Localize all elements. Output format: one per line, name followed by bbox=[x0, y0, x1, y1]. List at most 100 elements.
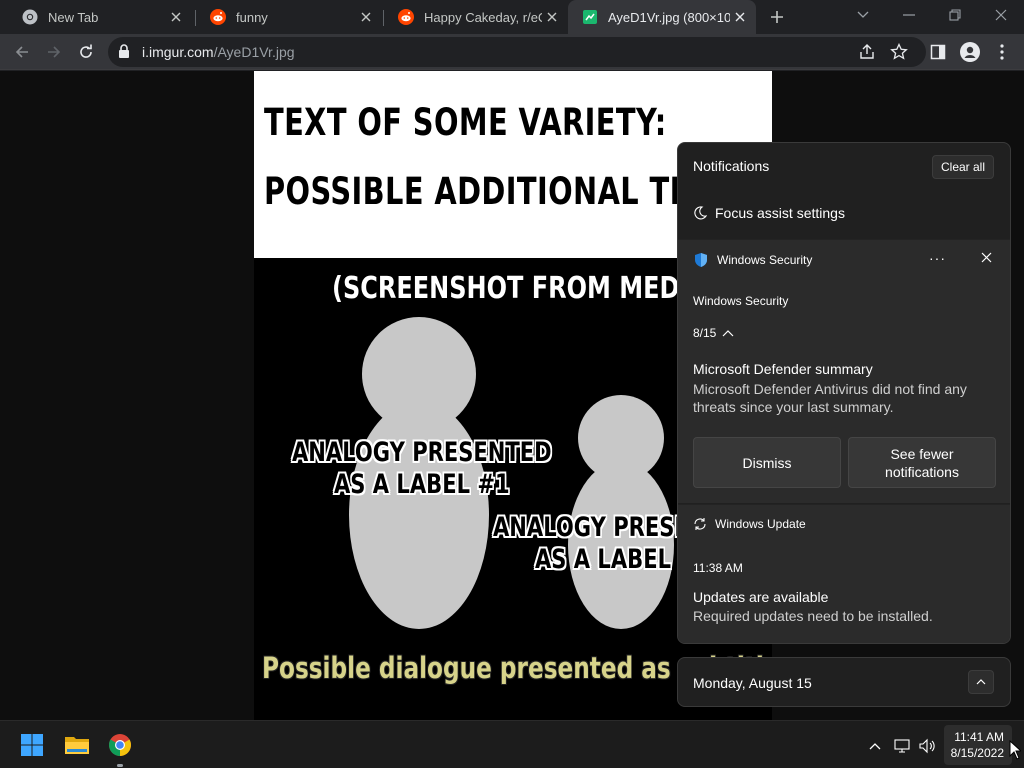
start-button[interactable] bbox=[16, 729, 48, 761]
chevron-up-icon bbox=[869, 743, 881, 750]
calendar-flyout: Monday, August 15 bbox=[677, 657, 1011, 707]
dismiss-button[interactable]: Dismiss bbox=[693, 437, 841, 488]
clock-time: 11:41 AM bbox=[954, 730, 1004, 744]
notifications-title: Notifications bbox=[693, 158, 770, 174]
network-button[interactable] bbox=[892, 735, 914, 757]
meme-label-1-line-2: AS A LABEL #1 bbox=[333, 469, 510, 500]
chrome-icon bbox=[22, 9, 38, 25]
back-button[interactable] bbox=[10, 40, 34, 64]
notification-app-name: Windows Update bbox=[715, 517, 806, 531]
tab-search-button[interactable] bbox=[852, 4, 874, 26]
bookmark-star-icon[interactable] bbox=[890, 43, 908, 61]
notification-heading: Microsoft Defender summary bbox=[693, 361, 873, 377]
chrome-taskbar-button[interactable] bbox=[104, 729, 136, 761]
tab-funny[interactable]: funny bbox=[196, 0, 382, 34]
notification-body: Microsoft Defender Antivirus did not fin… bbox=[693, 381, 967, 415]
clock-button[interactable]: 11:41 AM 8/15/2022 bbox=[944, 725, 1012, 765]
url-path: /AyeD1Vr.jpg bbox=[213, 44, 295, 60]
meme-caption: (SCREENSHOT FROM MEDIA) bbox=[332, 271, 718, 306]
close-icon[interactable] bbox=[981, 252, 992, 263]
see-fewer-label: See fewer notifications bbox=[885, 445, 959, 480]
notification-windows-update[interactable]: Windows Update 11:38 AM Updates are avai… bbox=[678, 504, 1010, 643]
profile-button[interactable] bbox=[958, 40, 982, 64]
shield-icon bbox=[693, 252, 709, 268]
forward-button[interactable] bbox=[42, 40, 66, 64]
notification-date-toggle[interactable]: 8/15 bbox=[693, 326, 734, 340]
tab-close-icon[interactable] bbox=[166, 7, 186, 27]
notification-sender: Windows Security bbox=[693, 294, 789, 308]
meme-top-line-1: TEXT OF SOME VARIETY: bbox=[264, 101, 667, 144]
restore-button[interactable] bbox=[944, 4, 966, 26]
windows-start-icon bbox=[21, 734, 43, 756]
clock-date: 8/15/2022 bbox=[950, 746, 1004, 760]
reload-icon bbox=[80, 44, 92, 58]
tab-title: funny bbox=[236, 9, 268, 25]
lock-icon[interactable] bbox=[118, 44, 130, 58]
tab-title: Happy Cakeday, r/eCards bbox=[424, 9, 542, 25]
tab-imgur-image[interactable]: AyeD1Vr.jpg (800×1000) bbox=[568, 0, 756, 34]
meme-top-line-2: POSSIBLE ADDITIONAL TEXT bbox=[264, 170, 733, 213]
show-hidden-icons-button[interactable] bbox=[864, 735, 886, 757]
focus-assist-settings-link[interactable]: Focus assist settings bbox=[693, 205, 845, 221]
notification-heading: Updates are available bbox=[693, 589, 829, 605]
notification-app-header: Windows Security bbox=[693, 252, 812, 268]
tab-happy-cakeday[interactable]: Happy Cakeday, r/eCards bbox=[384, 0, 568, 34]
calendar-expand-button[interactable] bbox=[968, 670, 994, 694]
tab-close-icon[interactable] bbox=[542, 7, 562, 27]
profile-avatar-icon bbox=[960, 42, 980, 62]
browser-toolbar: i.imgur.com/AyeD1Vr.jpg bbox=[0, 34, 1024, 70]
notification-date: 8/15 bbox=[693, 326, 717, 340]
chrome-menu-button[interactable] bbox=[990, 40, 1014, 64]
speaker-icon bbox=[919, 738, 935, 754]
new-tab-button[interactable] bbox=[766, 6, 788, 28]
notification-body: Required updates need to be installed. bbox=[693, 608, 933, 624]
chevron-down-icon bbox=[857, 11, 869, 18]
file-explorer-icon bbox=[65, 737, 89, 754]
url-host: i.imgur.com bbox=[142, 44, 214, 60]
notification-windows-security[interactable]: Windows Security ··· Windows Security 8/… bbox=[678, 239, 1010, 503]
reload-button[interactable] bbox=[74, 40, 98, 64]
notification-center: Notifications Clear all Focus assist set… bbox=[677, 142, 1011, 644]
side-panel-icon bbox=[930, 44, 946, 60]
minimize-icon bbox=[903, 14, 915, 16]
mouse-cursor-icon bbox=[1009, 740, 1021, 760]
side-panel-button[interactable] bbox=[926, 40, 950, 64]
taskbar: 11:41 AM 8/15/2022 bbox=[0, 720, 1024, 768]
notification-time: 11:38 AM bbox=[693, 561, 743, 575]
arrow-right-icon bbox=[48, 46, 61, 58]
tab-strip: New Tab funny Happy Cakeday, r/eCards Ay… bbox=[0, 0, 1024, 34]
calendar-date: Monday, August 15 bbox=[693, 675, 812, 691]
address-bar[interactable]: i.imgur.com/AyeD1Vr.jpg bbox=[108, 37, 926, 67]
restore-icon bbox=[949, 9, 961, 21]
share-icon[interactable] bbox=[858, 43, 876, 61]
chrome-icon bbox=[109, 734, 131, 756]
meme-label-1: ANALOGY PRESENTED AS A LABEL #1 bbox=[292, 437, 552, 501]
reddit-icon bbox=[210, 9, 226, 25]
tab-close-icon[interactable] bbox=[730, 7, 750, 27]
clear-all-button[interactable]: Clear all bbox=[931, 155, 994, 179]
file-explorer-button[interactable] bbox=[61, 729, 93, 761]
running-indicator bbox=[117, 764, 123, 767]
chevron-up-icon bbox=[976, 679, 986, 685]
moon-icon bbox=[694, 206, 707, 220]
chevron-up-icon bbox=[722, 330, 734, 337]
volume-button[interactable] bbox=[917, 735, 939, 757]
close-window-button[interactable] bbox=[990, 4, 1012, 26]
tab-close-icon[interactable] bbox=[356, 7, 376, 27]
tab-title: New Tab bbox=[48, 9, 99, 25]
figure-1-body bbox=[349, 401, 489, 629]
url-text[interactable]: i.imgur.com/AyeD1Vr.jpg bbox=[142, 44, 295, 60]
plus-icon bbox=[771, 11, 783, 23]
focus-assist-label: Focus assist settings bbox=[715, 205, 845, 221]
notification-more-options[interactable]: ··· bbox=[929, 250, 946, 266]
more-vertical-icon bbox=[1000, 44, 1004, 60]
imgur-icon bbox=[583, 10, 597, 24]
meme-label-1-line-1: ANALOGY PRESENTED bbox=[292, 437, 552, 468]
arrow-left-icon bbox=[15, 46, 28, 58]
network-icon bbox=[894, 739, 910, 753]
notification-app-name: Windows Security bbox=[717, 253, 813, 267]
minimize-button[interactable] bbox=[898, 4, 920, 26]
see-fewer-notifications-button[interactable]: See fewer notifications bbox=[848, 437, 996, 488]
tab-new-tab[interactable]: New Tab bbox=[8, 0, 192, 34]
tab-title: AyeD1Vr.jpg (800×1000) bbox=[608, 9, 730, 25]
